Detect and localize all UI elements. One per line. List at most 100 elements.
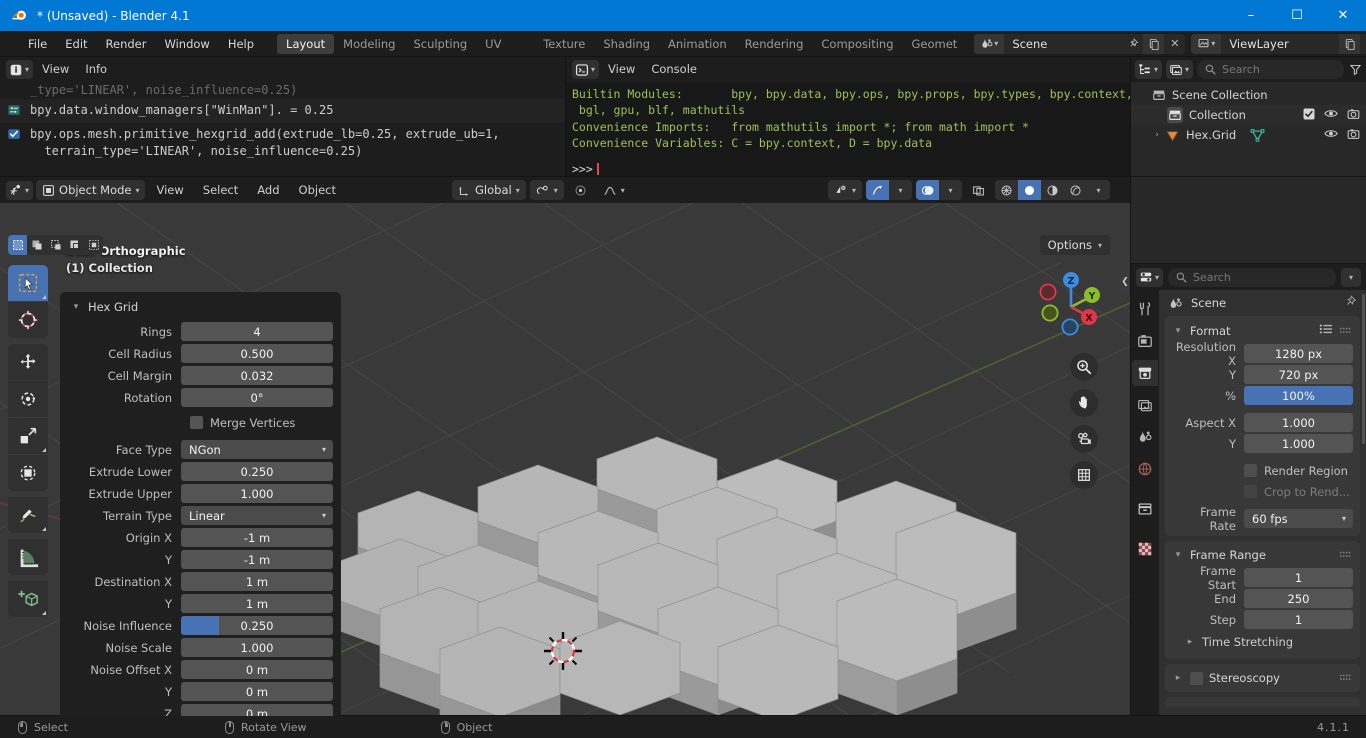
chevron-right-icon[interactable]: ›	[1151, 130, 1163, 140]
transform-orientation-selector[interactable]: Global ▾	[452, 180, 526, 200]
tab-uv-editing[interactable]: UV Editing	[476, 34, 534, 71]
property-row-face-type[interactable]: Face Type NGon ▾	[68, 440, 333, 459]
property-row-frame-rate[interactable]: Frame Rate 60 fps ▾	[1172, 505, 1353, 533]
property-row-render-region[interactable]: Render Region	[1172, 461, 1353, 480]
property-value-field[interactable]: 4	[181, 322, 333, 341]
menu-edit[interactable]: Edit	[56, 31, 96, 57]
viewport-menu-add[interactable]: Add	[249, 180, 287, 200]
scene-datablock[interactable]: ▾ Scene ✕	[974, 33, 1186, 54]
properties-tab-collection[interactable]	[1132, 496, 1158, 522]
solid-shading-icon[interactable]	[1018, 180, 1041, 200]
info-log-list[interactable]: _type='LINEAR', noise_influence=0.25) bp…	[0, 82, 565, 176]
property-value-field[interactable]: 0.032	[181, 366, 333, 385]
scale-tool[interactable]	[8, 418, 48, 454]
frame-range-panel[interactable]: ▾ Frame Range Frame Start 1 End 250 Step…	[1165, 541, 1360, 659]
properties-tab-render[interactable]	[1132, 328, 1158, 354]
presets-icon[interactable]	[1319, 323, 1333, 338]
show-gizmo-icon[interactable]	[866, 180, 889, 200]
hide-in-viewport-icon[interactable]	[1324, 128, 1338, 142]
maximize-button[interactable]: ☐	[1274, 0, 1320, 31]
property-row-resolution-x[interactable]: Resolution X 1280 px	[1172, 340, 1353, 368]
aspect-y-field[interactable]: 1.000	[1244, 434, 1353, 453]
operator-panel-title-row[interactable]: ▾ Hex Grid	[68, 298, 333, 322]
property-row-destination-y[interactable]: Y 1 m	[68, 594, 333, 613]
tab-layout[interactable]: Layout	[277, 33, 335, 54]
properties-tab-output[interactable]	[1132, 360, 1158, 386]
unlink-scene-icon[interactable]: ✕	[1164, 34, 1185, 54]
properties-scrollbar[interactable]	[1362, 294, 1365, 444]
viewport-menu-object[interactable]: Object	[291, 180, 344, 200]
drag-handle-icon[interactable]	[1340, 671, 1353, 685]
tweak-select-tool[interactable]	[8, 265, 48, 301]
add-cube-tool[interactable]	[8, 581, 48, 617]
camera-icon[interactable]	[1070, 425, 1098, 453]
frame-end-field[interactable]: 250	[1244, 589, 1353, 608]
operator-redo-panel[interactable]: ▾ Hex Grid Rings 4 Cell Radius 0.500 Cel…	[60, 292, 341, 716]
select-intersect-icon[interactable]	[84, 235, 103, 255]
outliner-row-scene-collection[interactable]: Scene Collection	[1131, 85, 1366, 105]
move-tool[interactable]	[8, 344, 48, 380]
hide-in-viewport-icon[interactable]	[1324, 108, 1338, 122]
properties-tab-viewlayer[interactable]	[1132, 392, 1158, 418]
outliner-display-mode-selector[interactable]: ▾	[1166, 60, 1194, 79]
property-row-noise-influence[interactable]: Noise Influence 0.250	[68, 616, 333, 635]
property-row-origin-x[interactable]: Origin X -1 m	[68, 528, 333, 547]
info-log-row[interactable]: _type='LINEAR', noise_influence=0.25)	[0, 82, 565, 99]
shading-options-dropdown[interactable]: ▾	[1087, 180, 1110, 200]
viewport-menu-view[interactable]: View	[148, 180, 191, 200]
navigation-gizmo[interactable]: Z Y X	[1032, 265, 1110, 343]
resolution-x-field[interactable]: 1280 px	[1244, 344, 1353, 363]
property-row-frame-step[interactable]: Step 1	[1172, 610, 1353, 629]
property-row-resolution-y[interactable]: Y 720 px	[1172, 365, 1353, 384]
visibility-selector[interactable]: ▾	[827, 180, 862, 200]
property-value-field[interactable]: 0 m	[181, 682, 333, 701]
area-divider-outliner-properties[interactable]	[1131, 263, 1366, 264]
annotate-tool[interactable]	[8, 497, 48, 533]
properties-content[interactable]: Scene ▾ Format Resolution X 1280 px Y 72…	[1159, 290, 1366, 716]
property-value-field[interactable]: 0 m	[181, 660, 333, 679]
stereoscopy-panel[interactable]: ▸ Stereoscopy	[1165, 664, 1360, 692]
property-value-field[interactable]: 0 m	[181, 704, 333, 716]
select-mode-group[interactable]	[8, 235, 103, 255]
select-set-icon[interactable]	[8, 235, 27, 255]
area-divider-vertical-top[interactable]	[565, 57, 566, 176]
properties-tab-tool[interactable]	[1132, 296, 1158, 322]
info-log-row[interactable]: bpy.data.window_managers["WinMan"]. = 0.…	[0, 99, 565, 123]
aspect-x-field[interactable]: 1.000	[1244, 413, 1353, 432]
property-value-field[interactable]: 1 m	[181, 572, 333, 591]
frame-step-field[interactable]: 1	[1244, 610, 1353, 629]
scene-name[interactable]: Scene	[1004, 37, 1122, 51]
property-row-noise-scale[interactable]: Noise Scale 1.000	[68, 638, 333, 657]
property-value-field[interactable]: -1 m	[181, 528, 333, 547]
select-invert-icon[interactable]	[65, 235, 84, 255]
viewport-menu-select[interactable]: Select	[195, 180, 246, 200]
new-viewlayer-icon[interactable]	[1339, 33, 1361, 54]
noise-influence-slider[interactable]: 0.250	[181, 616, 333, 635]
menu-file[interactable]: File	[19, 31, 56, 57]
property-row-resolution-percent[interactable]: % 100%	[1172, 386, 1353, 405]
area-divider-vertical-right[interactable]	[1130, 57, 1131, 716]
info-editor-type-selector[interactable]: ▾	[6, 60, 34, 79]
pin-icon[interactable]	[1122, 34, 1143, 54]
gizmo-options-dropdown[interactable]: ▾	[889, 180, 912, 200]
console-output[interactable]: Builtin Modules: bpy, bpy.data, bpy.ops,…	[566, 82, 1130, 176]
tab-sculpting[interactable]: Sculpting	[404, 34, 476, 54]
time-stretching-subpanel[interactable]: ▸ Time Stretching	[1172, 631, 1353, 651]
tab-texture-paint[interactable]: Texture Paint	[534, 34, 594, 71]
sidebar-expand-arrow-icon[interactable]: ❮	[1120, 269, 1130, 295]
properties-tab-texture[interactable]	[1132, 536, 1158, 562]
outliner-tree[interactable]: Scene Collection Collection › Hex.Grid	[1131, 82, 1366, 263]
grid-icon[interactable]	[1070, 461, 1098, 489]
wireframe-shading-icon[interactable]	[995, 180, 1018, 200]
viewport-editor-type-selector[interactable]: ▾	[6, 180, 34, 200]
viewport-options-button[interactable]: Options ▾	[1039, 235, 1110, 255]
pan-icon[interactable]	[1070, 389, 1098, 417]
property-row-crop-to-render-region[interactable]: Crop to Rend...	[1172, 482, 1353, 501]
tab-animation[interactable]: Animation	[659, 34, 736, 54]
property-value-field[interactable]: 1.000	[181, 484, 333, 503]
drag-handle-icon[interactable]	[1340, 324, 1353, 338]
property-row-aspect-x[interactable]: Aspect X 1.000	[1172, 413, 1353, 432]
property-row-noise-offset-x[interactable]: Noise Offset X 0 m	[68, 660, 333, 679]
property-row-frame-start[interactable]: Frame Start 1	[1172, 564, 1353, 592]
snapping-toggle[interactable]: ▾	[529, 180, 564, 200]
